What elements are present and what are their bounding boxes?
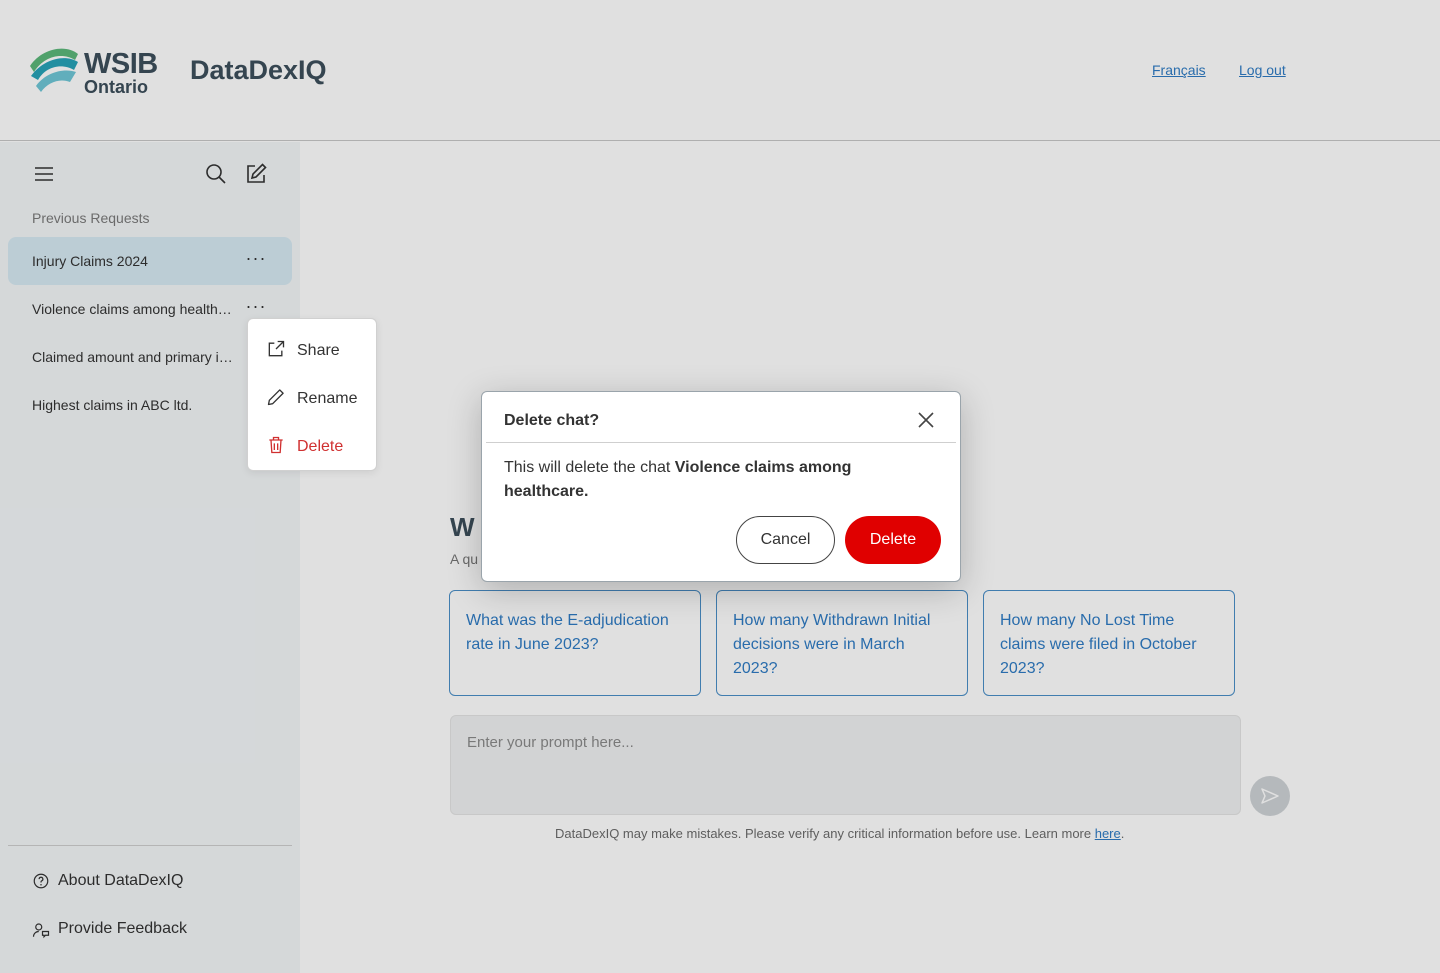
dialog-message: This will delete the chat Violence claim… bbox=[504, 459, 852, 500]
rename-menu-item[interactable]: Rename bbox=[248, 371, 378, 419]
delete-label: Delete bbox=[297, 438, 344, 455]
cancel-button[interactable]: Cancel bbox=[736, 516, 835, 564]
confirm-delete-button[interactable]: Delete bbox=[845, 516, 941, 564]
delete-chat-dialog: Delete chat? This will delete the chat V… bbox=[481, 391, 961, 582]
chat-options-menu: Share Rename Delete bbox=[247, 318, 377, 471]
share-label: Share bbox=[297, 342, 340, 359]
delete-menu-item[interactable]: Delete bbox=[248, 419, 378, 467]
close-icon[interactable] bbox=[914, 408, 938, 432]
share-menu-item[interactable]: Share bbox=[248, 323, 378, 371]
dialog-divider bbox=[486, 442, 956, 443]
rename-label: Rename bbox=[297, 390, 358, 407]
dialog-title: Delete chat? bbox=[504, 412, 600, 429]
pencil-icon bbox=[267, 389, 284, 406]
trash-icon bbox=[269, 436, 283, 454]
share-icon bbox=[268, 340, 285, 357]
